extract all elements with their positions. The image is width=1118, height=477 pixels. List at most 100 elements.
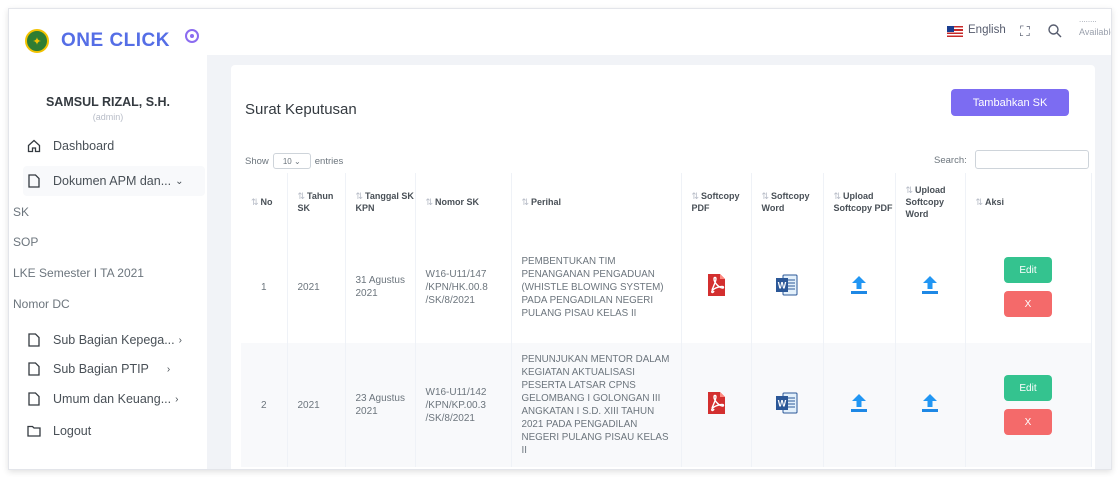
sidebar-item-label: Dashboard [53,139,115,153]
column-header-tahun[interactable]: ⇅ Tahun SK [287,173,346,231]
cell-softcopy-pdf [681,231,752,343]
sidebar-item-label: Logout [53,424,92,438]
page-title: Surat Keputusan [245,101,357,118]
file-icon [27,174,41,188]
search-icon[interactable] [1047,23,1063,39]
fullscreen-icon[interactable]: ⛶ [1020,24,1034,38]
table-header-row: ⇅ No ⇅ Tahun SK ⇅ Tanggal SK KPN ⇅ Nomor SK … [241,173,1092,231]
home-icon [27,139,41,153]
us-flag-icon[interactable] [947,26,963,37]
cell-aksi: Edit X [965,231,1092,343]
sidebar-item-dokumen-apm[interactable]: Dokumen APM dan... ⌄ [27,170,184,192]
edit-button[interactable]: Edit [1004,257,1052,283]
column-header-upload-pdf[interactable]: ⇅ Upload Softcopy PDF [823,173,896,231]
brand[interactable]: ✦ ONE CLICK [25,27,170,55]
sk-table: ⇅ No ⇅ Tahun SK ⇅ Tanggal SK KPN ⇅ Nomor SK … [241,173,1092,467]
cell-nomor: W16-U11/147 /KPN/HK.00.8 /SK/8/2021 [415,231,512,343]
file-icon [27,362,41,376]
table-row: 1 2021 31 Agustus 2021 W16-U11/147 /KPN/… [241,231,1092,343]
cell-aksi: Edit X [965,343,1092,467]
chevron-right-icon: › [175,393,179,405]
sidebar-item-umum-keuangan[interactable]: Umum dan Keuang... › [27,388,178,410]
brand-name: ONE CLICK [61,30,170,51]
cell-upload-pdf [823,231,896,343]
folder-icon [27,424,41,438]
sidebar-item-dashboard[interactable]: Dashboard [27,135,114,157]
cell-tahun: 2021 [287,231,346,343]
file-icon [27,333,41,347]
word-file-icon[interactable]: W [775,391,799,419]
user-name: SAMSUL RIZAL, S.H. [45,95,171,109]
court-logo-icon: ✦ [25,29,49,53]
column-header-nomor[interactable]: ⇅ Nomor SK [415,173,512,231]
user-role: (admin) [92,112,124,122]
sidebar-subitem-nomor-dc[interactable]: Nomor DC [13,293,70,315]
cell-perihal: PENUNJUKAN MENTOR DALAM KEGIATAN AKTUALI… [511,343,682,467]
menu-toggle-icon[interactable] [185,29,199,43]
entries-label: entries [314,155,344,167]
delete-button[interactable]: X [1004,291,1052,317]
entries-value: 10 [282,156,292,166]
cell-tanggal: 31 Agustus 2021 [345,231,416,343]
pdf-file-icon[interactable] [705,391,727,419]
sidebar: ✦ ONE CLICK SAMSUL RIZAL, S.H. (admin) D… [9,9,207,469]
file-icon [27,392,41,406]
sidebar-item-label: Dokumen APM dan... [53,174,172,188]
user-name-truncated: ........ [1079,15,1097,24]
column-header-softcopy-pdf[interactable]: ⇅ Softcopy PDF [681,173,752,231]
cell-tanggal: 23 Agustus 2021 [345,343,416,467]
sidebar-item-kepegawaian[interactable]: Sub Bagian Kepega... › [27,329,182,351]
show-label: Show [245,155,269,167]
cell-perihal: PEMBENTUKAN TIM PENANGANAN PENGADUAN (WH… [511,231,682,343]
sidebar-subitem-lke[interactable]: LKE Semester I TA 2021 [13,262,144,284]
svg-text:W: W [778,281,787,291]
edit-button[interactable]: Edit [1004,375,1052,401]
search-label: Search: [934,155,967,166]
cell-softcopy-pdf [681,343,752,467]
upload-icon[interactable] [921,275,939,299]
sidebar-subitem-sop[interactable]: SOP [13,231,38,253]
entries-control: Show 10 ⌄ entries [245,153,343,169]
sidebar-item-logout[interactable]: Logout [27,420,91,442]
sk-card: Surat Keputusan Tambahkan SK Show 10 ⌄ e… [231,65,1095,469]
cell-upload-word [895,231,966,343]
cell-nomor: W16-U11/142 /KPN/KP.00.3 /SK/8/2021 [415,343,512,467]
upload-icon[interactable] [850,275,868,299]
column-header-aksi[interactable]: ⇅ Aksi [965,173,1092,231]
word-file-icon[interactable]: W [775,273,799,301]
chevron-down-icon: ⌄ [293,156,301,166]
sidebar-item-label: Sub Bagian Kepega... [53,333,175,347]
app-window: ✦ ONE CLICK SAMSUL RIZAL, S.H. (admin) D… [8,8,1112,470]
user-status: Available [1079,27,1112,37]
sidebar-subitem-sk[interactable]: SK [13,201,29,223]
chevron-down-icon: ⌄ [175,175,184,187]
upload-icon[interactable] [850,393,868,417]
svg-text:W: W [778,399,787,409]
chevron-right-icon: › [166,363,171,375]
column-header-perihal[interactable]: ⇅ Perihal [511,173,682,231]
search-input[interactable] [975,150,1089,169]
table-row: 2 2021 23 Agustus 2021 W16-U11/142 /KPN/… [241,343,1092,467]
sidebar-item-ptip[interactable]: Sub Bagian PTIP › [27,358,170,380]
cell-softcopy-word: W [751,343,824,467]
cell-no: 2 [241,343,288,467]
pdf-file-icon[interactable] [705,273,727,301]
language-selector[interactable]: English [968,24,1006,36]
column-header-tanggal[interactable]: ⇅ Tanggal SK KPN [345,173,416,231]
entries-select[interactable]: 10 ⌄ [272,153,311,169]
cell-no: 1 [241,231,288,343]
topbar: English ⛶ ........ Available [207,9,1112,55]
sidebar-item-label: Umum dan Keuang... [53,392,172,406]
cell-upload-pdf [823,343,896,467]
sidebar-item-label: Sub Bagian PTIP [53,362,149,376]
add-sk-button[interactable]: Tambahkan SK [951,89,1069,116]
cell-softcopy-word: W [751,231,824,343]
upload-icon[interactable] [921,393,939,417]
column-header-no[interactable]: ⇅ No [241,173,288,231]
chevron-right-icon: › [178,334,182,346]
column-header-upload-word[interactable]: ⇅ Upload Softcopy Word [895,173,966,231]
column-header-softcopy-word[interactable]: ⇅ Softcopy Word [751,173,824,231]
cell-tahun: 2021 [287,343,346,467]
cell-upload-word [895,343,966,467]
delete-button[interactable]: X [1004,409,1052,435]
